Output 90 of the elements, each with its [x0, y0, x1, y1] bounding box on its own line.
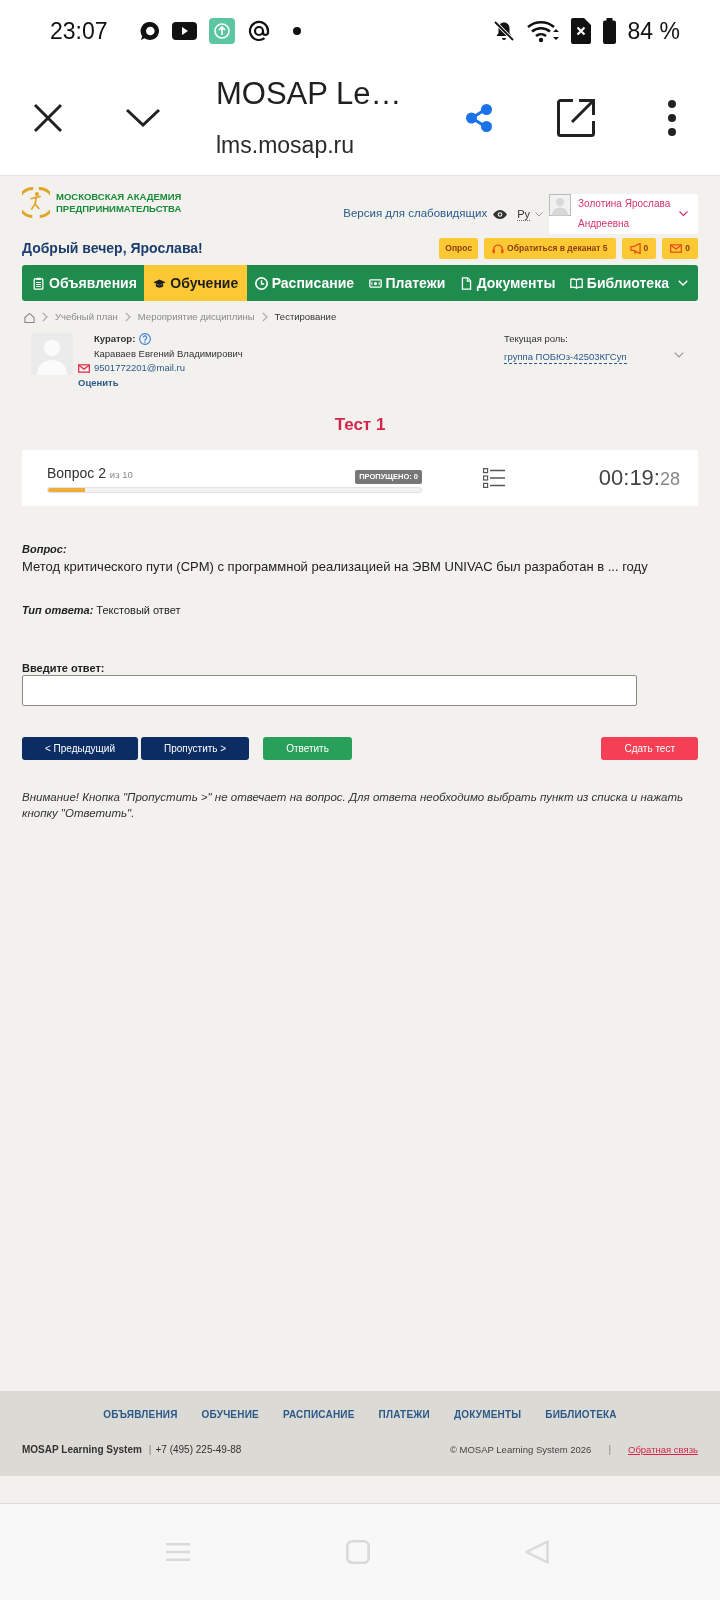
avatar-icon: [549, 194, 571, 216]
status-time: 23:07: [50, 17, 108, 45]
survey-button[interactable]: Опрос: [439, 238, 479, 259]
battery-icon: [602, 18, 616, 44]
footer-phone: +7 (495) 225-49-88: [155, 1443, 242, 1457]
close-icon[interactable]: [33, 102, 63, 133]
mail-icon: [670, 244, 683, 253]
warning-note: Внимание! Кнопка "Пропустить >" не отвечает на вопрос. Для ответа необходимо выбрать пункт из списка и нажать кнопку "Ответить".: [22, 790, 685, 821]
footer-link[interactable]: ДОКУМЕНТЫ: [453, 1407, 522, 1423]
role-label: Текущая роль:: [504, 332, 569, 346]
question-text: Метод критического пути (CPM) с программной реализацией на ЭВМ UNIVAC был разработан в ... году: [22, 558, 649, 576]
battery-percent: 84 %: [627, 17, 680, 45]
chevron-right-icon: [42, 312, 48, 322]
accessibility-link[interactable]: Версия для слабовидящих: [343, 205, 488, 223]
test-title: Тест 1: [333, 414, 387, 436]
skip-button[interactable]: Пропустить >: [140, 737, 250, 760]
share-icon[interactable]: [466, 103, 492, 132]
chevron-down-icon[interactable]: [125, 108, 161, 127]
page-title: MOSAP Le…: [216, 75, 403, 112]
footer-link[interactable]: ОБУЧЕНИЕ: [201, 1407, 259, 1423]
footer-link[interactable]: ОБЪЯВЛЕНИЯ: [103, 1407, 178, 1423]
question-counter: Вопрос 2 из 10: [47, 463, 133, 483]
at-sign-icon: [246, 19, 271, 43]
chevron-down-icon: [679, 211, 688, 216]
greeting: Добрый вечер, Ярослава!: [22, 239, 203, 258]
footer-link[interactable]: РАСПИСАНИЕ: [282, 1407, 355, 1423]
clock-icon: [254, 276, 268, 290]
footer-separator: |: [608, 1443, 611, 1457]
chevron-right-icon: [261, 312, 268, 322]
play-icon: [171, 22, 197, 40]
nav-tab[interactable]: Документы: [452, 265, 563, 301]
caret-down-icon[interactable]: [535, 211, 543, 217]
nav-tab[interactable]: Библиотека: [562, 265, 695, 301]
document-icon: [459, 276, 473, 290]
curator-name: Караваев Евгений Владимирович: [94, 347, 243, 359]
language-selector[interactable]: Ру: [517, 207, 530, 221]
breadcrumb-link[interactable]: Мероприятие дисциплины: [137, 309, 255, 325]
headset-icon: [492, 243, 505, 254]
messages-button[interactable]: 0: [662, 238, 698, 259]
question-label: Вопрос:: [22, 542, 68, 557]
logo-emblem-icon[interactable]: [22, 186, 50, 219]
answer-button[interactable]: Ответить: [263, 737, 352, 760]
eye-icon[interactable]: [493, 209, 508, 219]
copyright-text: © MOSAP Learning System 2026: [449, 1443, 592, 1457]
nav-tab[interactable]: Расписание: [247, 265, 362, 301]
previous-button[interactable]: < Предыдущий: [22, 737, 138, 760]
chevron-right-icon: [124, 312, 131, 322]
footer-separator: |: [148, 1443, 152, 1457]
answer-label: Введите ответ:: [22, 661, 106, 675]
muted-bell-icon: [492, 20, 515, 42]
feedback-link[interactable]: Обратная связь: [628, 1442, 698, 1458]
banknote-icon: [368, 276, 382, 290]
footer-link[interactable]: ПЛАТЕЖИ: [378, 1407, 430, 1423]
footer-brand: MOSAP Learning System: [22, 1443, 142, 1457]
mail-icon: [78, 363, 90, 373]
user-menu[interactable]: Золотина Ярослава Андреевна: [549, 194, 698, 234]
page-url: lms.mosap.ru: [216, 130, 356, 160]
breadcrumb-current: Тестирование: [274, 309, 337, 324]
upload-icon: [208, 18, 235, 44]
finish-test-button[interactable]: Сдать тест: [601, 737, 698, 760]
footer-link[interactable]: БИБЛИОТЕКА: [545, 1407, 617, 1423]
open-external-icon[interactable]: [557, 98, 595, 137]
sim-card-icon: [570, 18, 591, 44]
nav-tab[interactable]: Обучение: [144, 265, 248, 301]
nav-tab[interactable]: Объявления: [25, 265, 144, 301]
announcements-button[interactable]: 0: [621, 238, 657, 259]
rate-link[interactable]: Оценить: [78, 376, 119, 388]
timer: 00:19:28: [598, 463, 680, 492]
answer-input-field[interactable]: [22, 675, 637, 706]
more-icon[interactable]: [668, 99, 676, 136]
home-icon[interactable]: [24, 311, 35, 323]
megaphone-icon: [629, 243, 641, 254]
dot-icon: [292, 27, 301, 35]
curator-label: Куратор:: [94, 332, 136, 346]
dean-contact-button[interactable]: Обратиться в деканат 5: [484, 238, 616, 259]
book-icon: [569, 276, 583, 290]
chat-bubble-icon: [139, 21, 160, 41]
user-name: Золотина Ярослава Андреевна: [577, 197, 672, 231]
answer-type-label: Тип ответа:: [22, 604, 94, 616]
nav-tab[interactable]: Платежи: [361, 265, 453, 301]
wifi-icon: [526, 19, 559, 43]
clipboard-icon: [32, 276, 45, 290]
graduation-cap-icon: [153, 276, 167, 290]
logo-text[interactable]: МОСКОВСКАЯ АКАДЕМИЯ ПРЕДПРИНИМАТЕЛЬСТВА: [56, 190, 182, 215]
curator-email-link[interactable]: 9501772201@mail.ru: [94, 361, 185, 376]
answer-type-value: Текстовый ответ: [96, 604, 181, 616]
role-selector[interactable]: группа ПОБЮз-42503КГСуп: [504, 350, 627, 364]
breadcrumb-link[interactable]: Учебный план: [55, 309, 118, 325]
question-list-icon[interactable]: [483, 468, 505, 488]
help-icon[interactable]: [139, 333, 152, 346]
